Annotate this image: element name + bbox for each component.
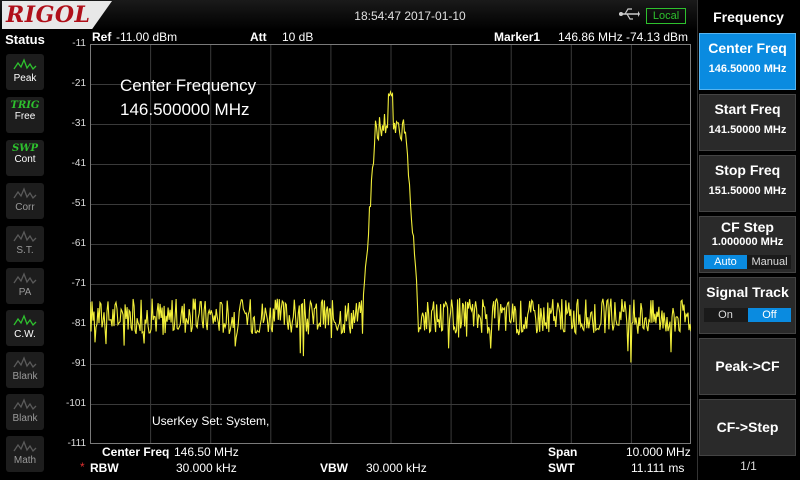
center-note-value: 146.500000 MHz [120, 100, 250, 119]
usb-icon [619, 8, 640, 20]
status-button-label: C.W. [14, 329, 36, 340]
cf-step-key-value: 1.000000 MHz [711, 236, 784, 248]
cf-step-key-label: CF Step [721, 219, 774, 235]
measurement-footer: Center Freq 146.50 MHz Span 10.000 MHz *… [80, 444, 692, 480]
y-tick-label: -41 [71, 158, 86, 169]
stop-freq-key-value: 151.50000 MHz [708, 185, 787, 197]
y-tick-label: -71 [71, 278, 86, 289]
rbw-manual-marker: * [80, 460, 85, 474]
status-button-label: Cont [14, 154, 36, 165]
cf-to-step-label: CF->Step [716, 419, 779, 435]
y-tick-label: -81 [71, 318, 86, 329]
status-button-title: SWP [12, 143, 38, 154]
center-note-title: Center Frequency [120, 76, 257, 95]
status-title: Status [5, 32, 45, 47]
status-button-label: S.T. [16, 245, 34, 256]
date-time: 18:54:47 2017-01-10 [354, 9, 466, 23]
status-button-label: Peak [13, 73, 37, 84]
y-tick-label: -91 [71, 358, 86, 369]
cf-step-mode-toggle[interactable]: Auto Manual [704, 255, 791, 269]
rbw-label: RBW [90, 461, 119, 475]
ref-level-value[interactable]: -11.00 dBm [116, 30, 177, 44]
peak-detect-icon [13, 58, 37, 71]
stop-freq-key-label: Stop Freq [714, 162, 781, 178]
center-freq-key-label: Center Freq [708, 40, 787, 56]
marker-label: Marker1 [494, 30, 541, 44]
menu-page-indicator: 1/1 [740, 459, 757, 473]
start-freq-key[interactable]: Start Freq 141.50000 MHz [699, 94, 796, 151]
userkey-set-text: UserKey Set: System, [152, 414, 270, 428]
y-tick-label: -61 [71, 238, 86, 249]
status-button-pa[interactable]: PA [6, 268, 44, 304]
blank-icon [13, 398, 37, 411]
signal-track-key[interactable]: Signal Track On Off [699, 277, 796, 334]
status-button-st[interactable]: S.T. [6, 226, 44, 262]
peak-to-cf-key[interactable]: Peak->CF [699, 338, 796, 395]
status-button-blank[interactable]: Blank [6, 394, 44, 430]
signal-track-key-label: Signal Track [706, 284, 789, 300]
marker-frequency: 146.86 MHz [558, 30, 623, 44]
ref-label: Ref [92, 30, 112, 44]
local-indicator: Local [646, 8, 686, 24]
marker-level: -74.13 dBm [626, 30, 689, 44]
start-freq-key-value: 141.50000 MHz [708, 124, 787, 136]
blank-icon [13, 356, 37, 369]
status-button-cont[interactable]: SWP Cont [6, 140, 44, 176]
status-button-cw[interactable]: C.W. [6, 310, 44, 346]
span-label: Span [548, 445, 578, 459]
pa-icon [13, 272, 37, 285]
stop-freq-key[interactable]: Stop Freq 151.50000 MHz [699, 155, 796, 212]
rbw-value[interactable]: 30.000 kHz [176, 461, 237, 475]
signal-track-on-option[interactable]: On [704, 308, 747, 322]
span-value[interactable]: 10.000 MHz [626, 445, 691, 459]
math-icon [13, 440, 37, 453]
status-button-label: Blank [12, 413, 38, 424]
vbw-value[interactable]: 30.000 kHz [366, 461, 427, 475]
measurement-header: Ref -11.00 dBm Att 10 dB Marker1 146.86 … [90, 30, 692, 44]
swt-value[interactable]: 11.111 ms [631, 461, 684, 475]
signal-track-off-option[interactable]: Off [748, 308, 791, 322]
att-label: Att [250, 30, 267, 44]
y-tick-label: -11 [72, 38, 86, 49]
cf-to-step-key[interactable]: CF->Step [699, 399, 796, 456]
y-tick-label: -21 [71, 78, 86, 89]
y-tick-label: -51 [71, 198, 86, 209]
status-button-label: Blank [12, 371, 38, 382]
cf-step-key[interactable]: CF Step 1.000000 MHz Auto Manual [699, 216, 796, 273]
status-button-math[interactable]: Math [6, 436, 44, 472]
vbw-label: VBW [320, 461, 348, 475]
status-button-peak[interactable]: Peak [6, 54, 44, 90]
corr-icon [13, 187, 37, 200]
center-freq-key-value: 146.50000 MHz [708, 63, 787, 75]
status-button-label: PA [18, 287, 32, 298]
start-freq-key-label: Start Freq [714, 101, 781, 117]
y-tick-label: -101 [65, 398, 86, 409]
center-freq-key[interactable]: Center Freq 146.50000 MHz [699, 33, 796, 90]
status-button-free[interactable]: TRIG Free [6, 97, 44, 133]
cf-step-manual-option[interactable]: Manual [748, 255, 791, 269]
status-button-label: Free [14, 111, 36, 122]
status-button-blank[interactable]: Blank [6, 352, 44, 388]
cf-step-auto-option[interactable]: Auto [704, 255, 747, 269]
status-button-title: TRIG [10, 100, 40, 111]
peak-to-cf-label: Peak->CF [715, 358, 780, 374]
menu-title: Frequency [713, 9, 784, 25]
status-button-corr[interactable]: Corr [6, 183, 44, 219]
status-button-label: Corr [15, 202, 35, 213]
center-freq-label: Center Freq [102, 445, 170, 459]
cw-icon [13, 314, 37, 327]
center-frequency-annotation: Center Frequency 146.500000 MHz [120, 74, 256, 122]
center-freq-value[interactable]: 146.50 MHz [174, 445, 239, 459]
status-button-label: Math [13, 455, 37, 466]
signal-track-toggle[interactable]: On Off [704, 308, 791, 322]
att-value[interactable]: 10 dB [282, 30, 313, 44]
y-tick-label: -111 [67, 438, 86, 449]
st-icon [13, 230, 37, 243]
y-tick-label: -31 [71, 118, 86, 129]
swt-label: SWT [548, 461, 575, 475]
